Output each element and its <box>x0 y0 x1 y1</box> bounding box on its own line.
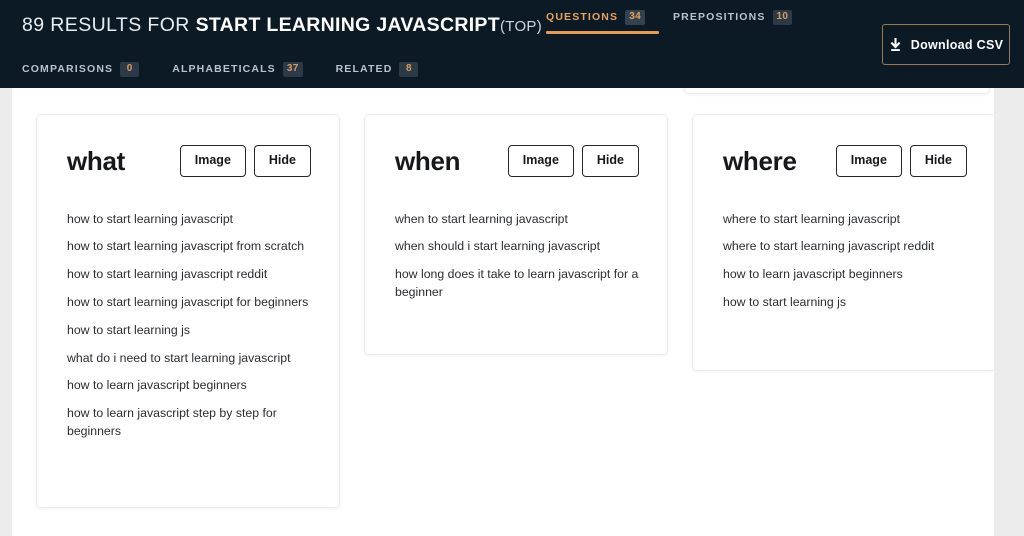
card-actions: Image Hide <box>507 145 639 177</box>
list-item[interactable]: where to start learning javascript <box>723 211 967 229</box>
download-csv-label: Download CSV <box>910 37 1004 52</box>
app-header: 89 RESULTS FOR START LEARNING JAVASCRIPT… <box>0 0 1024 88</box>
keyword-text: START LEARNING JAVASCRIPT <box>195 14 500 36</box>
list-item[interactable]: how to start learning javascript for beg… <box>67 294 311 312</box>
tab-label: RELATED <box>335 63 393 76</box>
page-title: 89 RESULTS FOR START LEARNING JAVASCRIPT… <box>22 14 542 37</box>
list-item[interactable]: how to start learning javascript reddit <box>67 266 311 284</box>
list-item[interactable]: when to start learning javascript <box>395 211 639 229</box>
image-button[interactable]: Image <box>507 145 574 177</box>
hide-button[interactable]: Hide <box>581 145 639 177</box>
suggestion-list: when to start learning javascript when s… <box>395 211 639 302</box>
card-title: when <box>395 145 461 176</box>
suggestion-list: where to start learning javascript where… <box>723 211 967 312</box>
image-button[interactable]: Image <box>179 145 246 177</box>
list-item[interactable]: how long does it take to learn javascrip… <box>395 266 639 302</box>
tab-prepositions[interactable]: PREPOSITIONS 10 <box>672 10 793 34</box>
card-header: when Image Hide <box>395 145 639 177</box>
sort-mode-text: (TOP) <box>499 18 543 35</box>
download-csv-button[interactable]: Download CSV <box>882 24 1010 65</box>
tab-questions[interactable]: QUESTIONS 34 <box>546 10 659 34</box>
suggestion-card-where: where Image Hide where to start learning… <box>692 114 996 371</box>
tab-related[interactable]: RELATED 8 <box>336 62 419 86</box>
suggestion-cards-grid: what Image Hide how to start learning ja… <box>36 114 996 508</box>
secondary-tabs: COMPARISONS 0 ALPHABETICALS 37 RELATED 8 <box>22 62 419 86</box>
tab-label: ALPHABETICALS <box>172 63 276 76</box>
results-count-text: 89 RESULTS FOR <box>22 14 196 36</box>
card-header: where Image Hide <box>723 145 967 177</box>
card-actions: Image Hide <box>179 145 311 177</box>
active-tab-underline <box>546 30 659 34</box>
hide-button[interactable]: Hide <box>253 145 311 177</box>
tab-count-badge: 10 <box>772 10 793 25</box>
download-icon <box>889 37 902 52</box>
list-item[interactable]: how to start learning js <box>723 294 967 312</box>
tab-count-badge: 37 <box>282 62 303 77</box>
tab-count-badge: 0 <box>120 62 140 77</box>
image-button[interactable]: Image <box>835 145 902 177</box>
card-header: what Image Hide <box>67 145 311 177</box>
list-item[interactable]: how to start learning javascript <box>67 211 311 229</box>
suggestion-card-when: when Image Hide when to start learning j… <box>364 114 668 355</box>
tab-label: PREPOSITIONS <box>672 11 766 24</box>
list-item[interactable]: how to start learning javascript from sc… <box>67 238 311 256</box>
suggestion-list: how to start learning javascript how to … <box>67 211 311 441</box>
list-item[interactable]: how to learn javascript step by step for… <box>67 405 311 441</box>
list-item[interactable]: how to learn javascript beginners <box>67 377 311 395</box>
suggestion-card-what: what Image Hide how to start learning ja… <box>36 114 340 508</box>
tab-alphabeticals[interactable]: ALPHABETICALS 37 <box>172 62 303 86</box>
card-title: what <box>67 145 126 176</box>
card-actions: Image Hide <box>835 145 967 177</box>
list-item[interactable]: when should i start learning javascript <box>395 238 639 256</box>
tab-comparisons[interactable]: COMPARISONS 0 <box>22 62 140 86</box>
primary-tabs: QUESTIONS 34 PREPOSITIONS 10 <box>546 10 793 34</box>
hide-button[interactable]: Hide <box>909 145 967 177</box>
tab-label: COMPARISONS <box>22 63 114 76</box>
tab-count-badge: 8 <box>399 62 419 77</box>
card-title: where <box>723 145 797 176</box>
tab-label: QUESTIONS <box>546 11 619 24</box>
tab-count-badge: 34 <box>625 10 645 25</box>
list-item[interactable]: what do i need to start learning javascr… <box>67 350 311 368</box>
list-item[interactable]: how to start learning js <box>67 322 311 340</box>
list-item[interactable]: how to learn javascript beginners <box>723 266 967 284</box>
list-item[interactable]: where to start learning javascript reddi… <box>723 238 967 256</box>
